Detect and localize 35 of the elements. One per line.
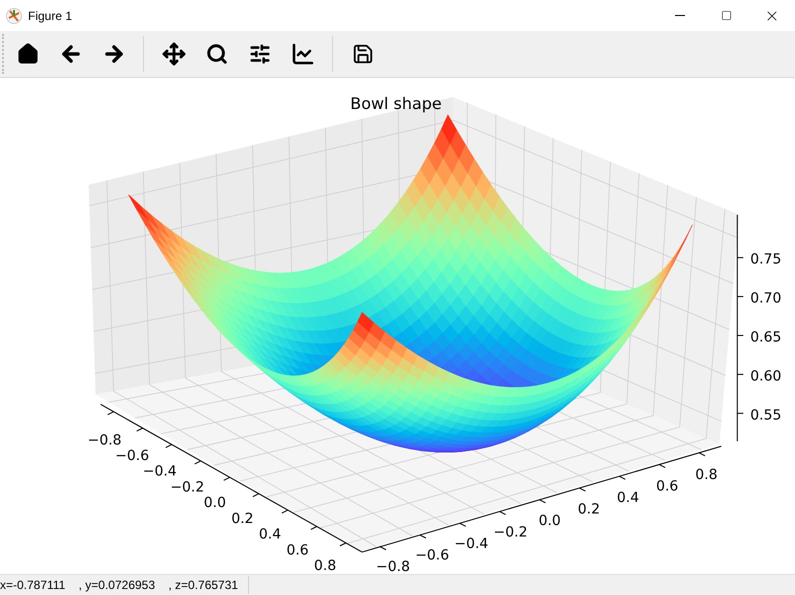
tick-label: 0.8 [695, 467, 718, 484]
app-logo-icon [6, 8, 22, 24]
tick-label: −0.4 [454, 536, 488, 552]
tick-label: 0.75 [750, 252, 782, 268]
cursor-coordinates: x=-0.787111 , y=0.0726953 , z=0.765731 [0, 576, 250, 594]
tick-label: 0.55 [750, 407, 782, 424]
tick-label: 0.65 [750, 329, 782, 346]
maximize-icon [720, 10, 732, 21]
tick-label: 0.8 [314, 558, 336, 574]
tick-label: 0.4 [258, 526, 282, 543]
tick-label: 0.0 [538, 513, 561, 530]
plot-title: Bowl shape [350, 94, 442, 113]
tick-label: −0.4 [142, 464, 177, 480]
search-icon [206, 43, 228, 65]
tick-label: −0.2 [170, 479, 204, 496]
line-chart-icon [290, 42, 314, 66]
tick-label: −0.6 [415, 548, 450, 564]
tick-label: −0.8 [88, 432, 122, 448]
move-icon [162, 42, 186, 66]
tick-label: 0.6 [656, 478, 678, 495]
tick-label: 0.70 [750, 290, 782, 307]
home-icon [16, 43, 38, 65]
tick-label: 0.6 [286, 542, 309, 558]
save-icon [352, 43, 374, 65]
tick-label: 0.2 [231, 510, 254, 527]
minimize-icon [675, 15, 685, 16]
tick-label: −0.2 [494, 524, 528, 541]
window-title: Figure 1 [28, 8, 72, 24]
tick-label: 0.4 [616, 490, 640, 506]
sliders-icon [248, 43, 270, 65]
tick-label: −0.8 [376, 559, 410, 574]
tick-label: 0.2 [578, 502, 600, 518]
tick-label: −0.6 [115, 448, 150, 464]
tick-label: 0.0 [204, 495, 226, 512]
tick-label: 0.60 [750, 368, 782, 384]
